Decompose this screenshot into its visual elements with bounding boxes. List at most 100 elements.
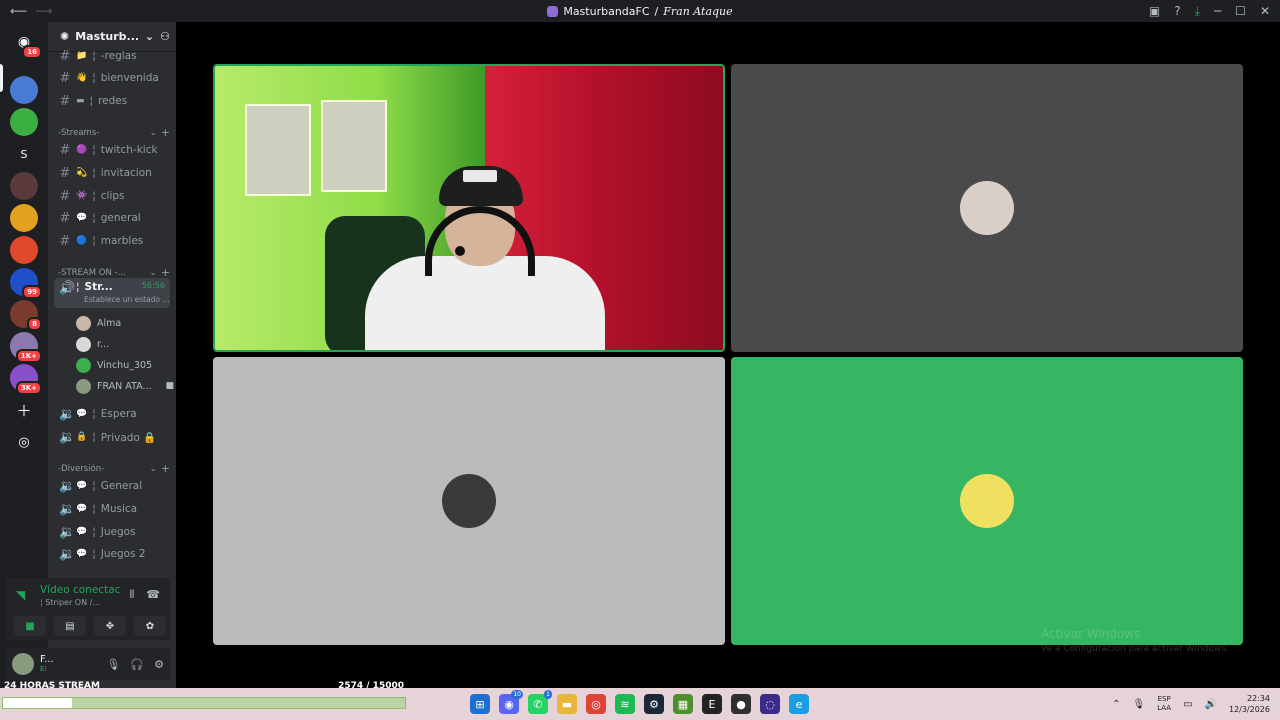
text-channel[interactable]: # 💫 ¦ invitacion (54, 163, 170, 183)
minimize-button[interactable]: ─ (1214, 4, 1221, 18)
stream-goal-progress-fill (3, 698, 72, 708)
category-label: -Streams- (58, 127, 100, 138)
chrome-icon[interactable]: ◎ (586, 694, 606, 714)
steam-icon[interactable]: ⚙ (644, 694, 664, 714)
channel-name: Espera (100, 408, 137, 420)
noise-suppression-icon[interactable]: ⦀ (129, 588, 134, 602)
voice-channel[interactable]: 🔉 💬 ¦ Juegos 2 (54, 544, 170, 564)
server-icon[interactable]: S (10, 140, 38, 168)
server-icon[interactable] (10, 76, 38, 104)
voice-channel[interactable]: 🔉 💬 ¦ General (54, 476, 170, 496)
server-icon[interactable]: 1K+ (10, 332, 42, 363)
watermark-title: Activar Windows (1041, 627, 1141, 641)
add-server-icon[interactable]: ＋ (10, 396, 38, 424)
text-channel[interactable]: # 🔵 ¦ marbles (54, 231, 170, 251)
voice-status[interactable]: Vídeo conectac (40, 584, 120, 596)
selected-server-indicator (0, 64, 3, 92)
server-icon[interactable]: 99 (10, 268, 42, 299)
participant-avatar (960, 181, 1014, 235)
browser-icon[interactable]: ◌ (760, 694, 780, 714)
speaker-icon: 🔉 (59, 501, 76, 517)
text-channel[interactable]: # ▬ ¦ redes (54, 91, 170, 111)
create-channel-icon[interactable]: + (161, 462, 170, 475)
clock[interactable]: 22:34 12/3/2026 (1229, 693, 1270, 715)
text-channel[interactable]: # 👋 ¦ bienvenida (54, 68, 170, 88)
channel-emoji: 💬 (76, 549, 88, 559)
folder-icon[interactable]: ▬ (557, 694, 577, 714)
voice-channel[interactable]: 🔉 💬 ¦ Juegos (54, 522, 170, 542)
discord-icon[interactable]: ◉ 10 (499, 690, 523, 714)
user-avatar[interactable] (12, 653, 34, 675)
close-button[interactable]: ✕ (1260, 4, 1270, 18)
signal-icon[interactable]: ◥ (16, 588, 25, 602)
speaker-icon: 🔉 (59, 546, 76, 562)
disconnect-icon[interactable]: ☎ (146, 588, 160, 602)
whatsapp-icon[interactable]: ✆ 1 (528, 690, 552, 714)
active-voice-channel[interactable]: 🔊 ¦ Str... 56:56 Establece un estado ... (54, 278, 170, 308)
forward-arrow-icon[interactable]: ⟶ (35, 4, 52, 18)
obs-icon[interactable]: ● (731, 694, 751, 714)
language-indicator[interactable]: ESP LAA (1157, 695, 1171, 713)
channel-category[interactable]: -Diversión- ⌄ + (58, 462, 170, 475)
text-channel[interactable]: # 📁 ¦ -reglas (54, 46, 170, 66)
invite-people-icon[interactable]: ⚇ (160, 30, 170, 43)
text-channel[interactable]: # 👾 ¦ clips (54, 186, 170, 206)
voice-channel-link[interactable]: ¦ Striper ON /... (40, 598, 100, 607)
edge-icon[interactable]: e (789, 694, 809, 714)
microphone-icon[interactable]: 🎙 (106, 658, 120, 671)
chevron-down-icon: ⌄ (149, 267, 157, 278)
video-tile-avatar[interactable] (213, 357, 725, 645)
voice-participant[interactable]: r... (76, 335, 109, 353)
minecraft-icon[interactable]: ▦ (673, 694, 693, 714)
microphone-tray-icon[interactable]: 🎙 (1133, 699, 1146, 710)
download-icon[interactable]: ⤓ (1195, 4, 1200, 19)
inbox-icon[interactable]: ▣ (1149, 4, 1160, 18)
voice-connection-panel: ◥ Vídeo conectac ¦ Striper ON /... ⦀ ☎ ■… (6, 578, 170, 640)
text-channel[interactable]: # 💬 ¦ general (54, 208, 170, 228)
server-icon[interactable]: 3K+ (10, 364, 42, 395)
voice-channel[interactable]: 🔉 💬 ¦ Espera (54, 404, 170, 424)
text-channel[interactable]: # 🟣 ¦ twitch-kick (54, 140, 170, 160)
discover-icon[interactable]: ◎ (10, 428, 38, 456)
channel-divider: ¦ (76, 281, 80, 293)
voice-participant[interactable]: FRAN ATA... ■ (76, 377, 174, 395)
create-channel-icon[interactable]: + (161, 126, 170, 139)
windows-icon[interactable]: ⊞ (470, 694, 490, 714)
participant-avatar (76, 357, 91, 373)
network-icon[interactable]: ▭ (1183, 699, 1192, 710)
screen-share-button[interactable]: ▤ (54, 616, 86, 636)
hash-icon: # (59, 210, 71, 226)
server-icon[interactable] (10, 204, 38, 232)
server-icon[interactable]: 8 (10, 300, 42, 331)
voice-channel[interactable]: 🔉 💬 ¦ Musica (54, 499, 170, 519)
user-panel: F... Ei 🎙 🎧 ⚙ (6, 648, 170, 680)
soundboard-button[interactable]: ✿ (134, 616, 166, 636)
volume-icon[interactable]: 🔊 (1205, 699, 1217, 710)
spotify-icon[interactable]: ≋ (615, 694, 635, 714)
direct-messages-button[interactable]: ◉ 16 (10, 28, 42, 59)
help-icon[interactable]: ? (1174, 4, 1180, 18)
voice-participant[interactable]: Alma (76, 314, 121, 332)
hash-icon: # (59, 48, 71, 64)
dm-badge: 16 (22, 45, 42, 59)
video-tile-avatar[interactable] (731, 64, 1243, 352)
server-icon[interactable] (10, 172, 38, 200)
channel-category[interactable]: -Streams- ⌄ + (58, 126, 170, 139)
video-tile-avatar[interactable] (731, 357, 1243, 645)
headphones-icon[interactable]: 🎧 (130, 658, 144, 671)
voice-participant[interactable]: Vinchu_305 (76, 356, 152, 374)
activities-button[interactable]: ✥ (94, 616, 126, 636)
voice-channel[interactable]: 🔉 🔒 ¦ Privado 🔒 (54, 427, 170, 447)
chevron-up-icon[interactable]: ⌃ (1112, 699, 1120, 710)
title-separator: / (654, 4, 659, 18)
camera-button[interactable]: ■ (14, 616, 46, 636)
video-tile-camera[interactable] (213, 64, 725, 352)
server-icon[interactable] (10, 236, 38, 264)
channel-status[interactable]: Establece un estado ... (84, 295, 170, 304)
server-icon[interactable] (10, 108, 38, 136)
maximize-button[interactable]: ☐ (1235, 4, 1246, 18)
epic-icon[interactable]: E (702, 694, 722, 714)
back-arrow-icon[interactable]: ⟵ (10, 4, 27, 18)
channel-divider: ¦ (89, 95, 94, 107)
settings-gear-icon[interactable]: ⚙ (154, 658, 164, 671)
